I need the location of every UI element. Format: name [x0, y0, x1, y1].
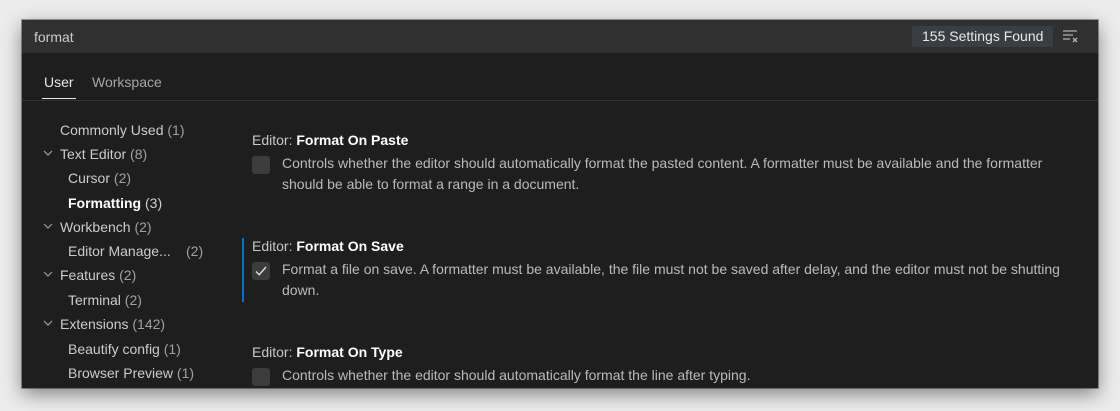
setting-category: Editor:: [252, 132, 297, 148]
toc-item-features[interactable]: Features (2): [43, 267, 137, 283]
toc-count: (1): [163, 341, 181, 357]
toc-label: Terminal: [68, 292, 121, 308]
tab-user-label: User: [44, 74, 74, 90]
toc-label: Features: [60, 267, 116, 283]
toc-count: (8): [130, 146, 148, 162]
chevron-down-icon: [43, 150, 53, 156]
format-on-type-checkbox[interactable]: [252, 368, 270, 386]
toc-label: Extensions: [60, 316, 129, 332]
tab-workspace-label: Workspace: [92, 74, 162, 90]
toc-item-cursor[interactable]: Cursor (2): [68, 170, 131, 186]
toc-count: (2): [186, 243, 204, 259]
settings-scope-tabs: User Workspace: [22, 68, 1098, 101]
setting-description-line: Controls whether the editor should autom…: [282, 155, 1043, 171]
setting-description-line: should be able to format a range in a do…: [282, 176, 580, 192]
toc-label: Browser Preview: [68, 365, 174, 381]
setting-title: Editor: Format On Save: [252, 238, 1092, 254]
toc-label: Commonly Used: [60, 122, 164, 138]
checkmark-icon: [255, 266, 267, 276]
toc-count: (1): [176, 365, 195, 381]
toc-count: (142): [132, 316, 166, 332]
toc-item-formatting[interactable]: Formatting (3): [68, 195, 162, 211]
setting-category: Editor:: [252, 344, 297, 360]
setting-name: Format On Paste: [296, 132, 409, 148]
toc-label: Workbench: [60, 219, 131, 235]
toc-item-browser-preview[interactable]: Browser Preview (1): [68, 365, 194, 381]
chevron-down-icon: [43, 223, 53, 229]
chevron-down-icon: [43, 271, 53, 277]
setting-description: Controls whether the editor should autom…: [282, 153, 1088, 195]
chevron-down-icon: [43, 320, 53, 326]
toc-item-terminal[interactable]: Terminal (2): [68, 292, 142, 308]
setting-description-line: down.: [282, 282, 320, 298]
toc-label: Editor Manage...: [68, 243, 171, 259]
toc-item-extensions[interactable]: Extensions (142): [43, 316, 166, 332]
setting-description: Format a file on save. A formatter must …: [282, 259, 1088, 301]
toc-count: (1): [167, 122, 185, 138]
focused-setting-indicator: [242, 238, 244, 302]
active-tab-underline: [42, 98, 76, 99]
clear-filter-icon[interactable]: [1062, 29, 1078, 43]
setting-description: Controls whether the editor should autom…: [282, 365, 1088, 386]
setting-title: Editor: Format On Paste: [252, 132, 1092, 148]
format-on-paste-checkbox[interactable]: [252, 156, 270, 174]
toc-count: (2): [119, 267, 137, 283]
settings-search-input[interactable]: [34, 24, 794, 49]
format-on-save-checkbox[interactable]: [252, 262, 270, 280]
setting-description-line: Controls whether the editor should autom…: [282, 367, 751, 383]
setting-name: Format On Save: [296, 238, 404, 254]
toc-count: (3): [145, 195, 163, 211]
setting-format-on-type: Editor: Format On Type Controls whether …: [252, 344, 1092, 388]
setting-name: Format On Type: [296, 344, 403, 360]
toc-count: (2): [124, 292, 142, 308]
settings-search-bar: 155 Settings Found: [22, 20, 1098, 53]
toc-label: Cursor: [68, 170, 111, 186]
toc-label: Formatting: [68, 195, 142, 211]
setting-format-on-save: Editor: Format On Save Format a file on …: [252, 238, 1092, 302]
setting-category: Editor:: [252, 238, 297, 254]
tab-workspace[interactable]: Workspace: [92, 74, 162, 90]
toc-count: (2): [113, 170, 132, 186]
tab-user[interactable]: User: [42, 74, 76, 99]
toc-label: Text Editor: [60, 146, 127, 162]
toc-item-beautify-config[interactable]: Beautify config (1): [68, 341, 181, 357]
toc-count: (2): [134, 219, 152, 235]
settings-window: 155 Settings Found User Workspace Common…: [22, 20, 1098, 388]
setting-description-line: Format a file on save. A formatter must …: [282, 261, 1060, 277]
toc-label: Beautify config: [68, 341, 160, 357]
toc-item-workbench[interactable]: Workbench (2): [43, 219, 152, 235]
toc-item-commonly-used[interactable]: Commonly Used (1): [60, 122, 185, 138]
setting-format-on-paste: Editor: Format On Paste Controls whether…: [252, 132, 1092, 196]
toc-item-editor-management[interactable]: Editor Manage... (2): [68, 243, 208, 259]
toc-item-text-editor[interactable]: Text Editor (8): [43, 146, 148, 162]
settings-found-count: 155 Settings Found: [912, 26, 1054, 47]
setting-title: Editor: Format On Type: [252, 344, 1092, 360]
